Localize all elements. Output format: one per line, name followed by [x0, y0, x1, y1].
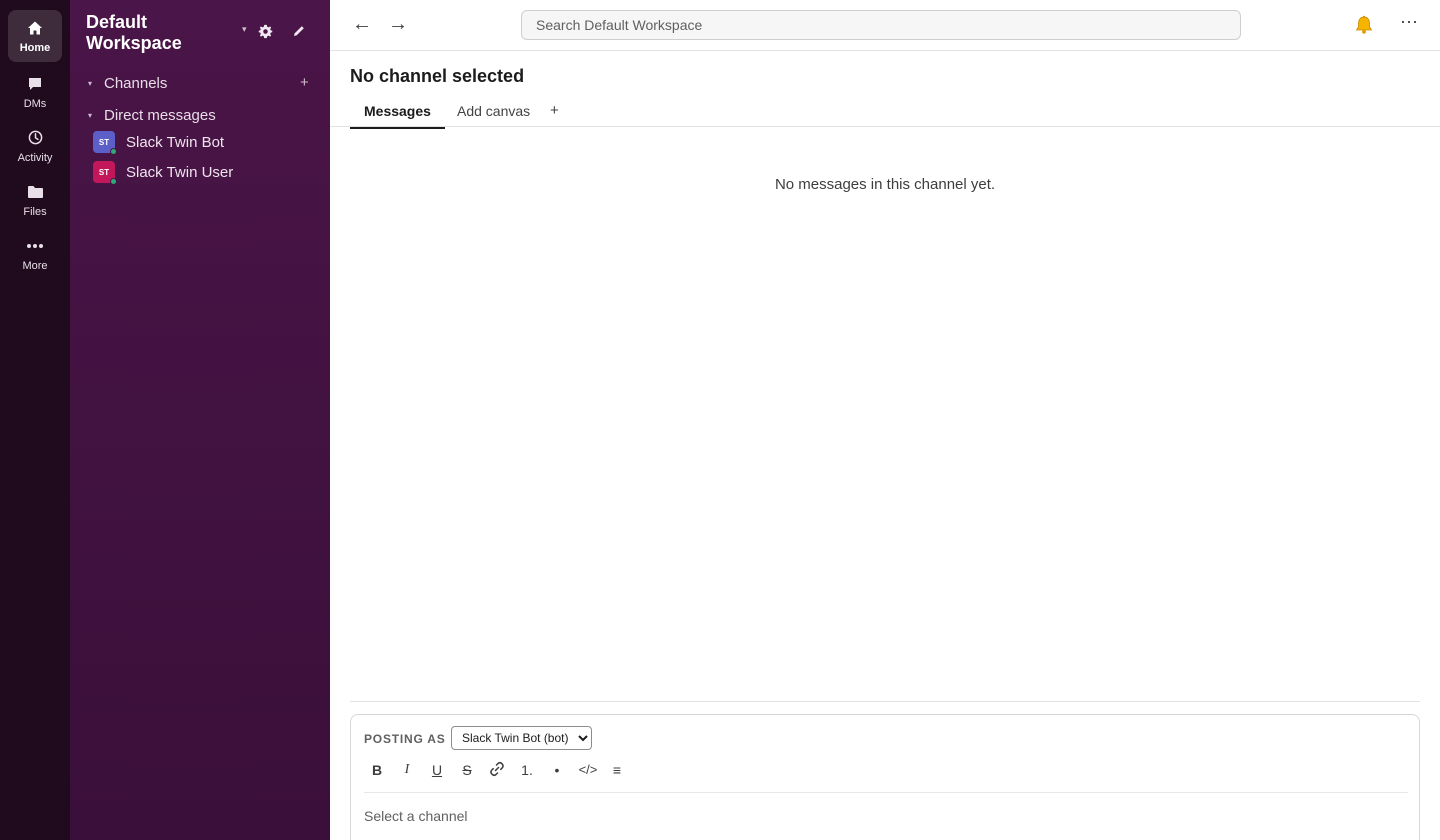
rail-more-button[interactable]: More	[8, 228, 62, 280]
chat-icon	[26, 75, 44, 93]
presence-indicator	[110, 178, 117, 185]
dm-item-slack-twin-user[interactable]: ST Slack Twin User	[93, 159, 233, 185]
page-title: No channel selected	[350, 66, 525, 86]
channels-section-label: Channels	[104, 75, 168, 92]
channels-section-header[interactable]: ▾ Channels	[88, 75, 167, 92]
avatar-initials: ST	[98, 137, 110, 147]
top-bar: ← → ⋯	[330, 0, 1440, 51]
dms-section-label: Direct messages	[104, 107, 216, 124]
channel-sidebar: Default Workspace ▾ ▾ Channels + ▾ Direc…	[70, 0, 330, 840]
more-options-icon[interactable]: ⋯	[1400, 12, 1419, 33]
italic-button[interactable]: I	[396, 760, 418, 780]
link-icon[interactable]	[486, 760, 508, 783]
chevron-down-icon: ▾	[88, 79, 93, 88]
rail-files-button[interactable]: Files	[8, 174, 62, 226]
posting-as-select[interactable]: Slack Twin Bot (bot)	[451, 726, 592, 750]
notifications-bell-icon[interactable]	[1354, 15, 1376, 37]
forward-arrow-icon[interactable]: →	[388, 12, 408, 36]
clock-icon	[26, 129, 44, 147]
chevron-down-icon: ▾	[88, 111, 93, 120]
empty-state-message: No messages in this channel yet.	[774, 176, 996, 193]
rail-home-label: Home	[19, 41, 51, 54]
home-icon	[26, 19, 44, 37]
rail-dms-button[interactable]: DMs	[8, 66, 62, 118]
underline-button[interactable]: U	[426, 760, 448, 780]
dm-name: Slack Twin User	[126, 163, 234, 181]
ordered-list-button[interactable]: 1.	[516, 760, 538, 780]
tab-messages[interactable]: Messages	[350, 103, 445, 129]
rail-dms-label: DMs	[23, 97, 47, 110]
search-input[interactable]	[521, 10, 1241, 40]
rail-activity-label: Activity	[17, 151, 53, 164]
settings-gear-icon[interactable]	[258, 24, 276, 42]
bold-button[interactable]: B	[366, 760, 388, 780]
workspace-rail: Home DMs Activity Files More	[0, 0, 70, 840]
rail-files-label: Files	[23, 205, 47, 218]
composer-divider	[350, 701, 1420, 702]
bulleted-list-button[interactable]: •	[546, 760, 568, 780]
add-tab-button[interactable]: +	[550, 102, 559, 119]
blockquote-button[interactable]: ≡	[606, 760, 628, 780]
rail-activity-button[interactable]: Activity	[8, 120, 62, 172]
code-button[interactable]: </>	[574, 760, 602, 780]
message-composer: POSTING AS Slack Twin Bot (bot) B I U S …	[350, 714, 1420, 840]
rail-home-button[interactable]: Home	[8, 10, 62, 62]
workspace-name[interactable]: Default Workspace	[86, 12, 236, 54]
presence-indicator	[110, 148, 117, 155]
folder-icon	[26, 183, 44, 201]
back-arrow-icon[interactable]: ←	[352, 12, 372, 36]
dms-section-header[interactable]: ▾ Direct messages	[88, 107, 216, 124]
dm-name: Slack Twin Bot	[126, 133, 225, 151]
more-dots-icon	[26, 237, 44, 255]
add-channel-button[interactable]: +	[300, 74, 309, 91]
strikethrough-button[interactable]: S	[456, 760, 478, 780]
posting-as-label: POSTING AS	[364, 732, 446, 746]
avatar: ST	[93, 131, 117, 155]
avatar-initials: ST	[98, 167, 110, 177]
avatar: ST	[93, 161, 117, 185]
tab-add-canvas[interactable]: Add canvas	[457, 103, 530, 127]
dm-item-slack-twin-bot[interactable]: ST Slack Twin Bot	[93, 129, 224, 155]
rail-more-label: More	[22, 259, 48, 272]
compose-pencil-icon[interactable]	[292, 24, 310, 42]
channel-tabs: Messages Add canvas +	[330, 98, 1440, 129]
message-input[interactable]	[364, 792, 1408, 838]
workspace-menu-caret[interactable]: ▾	[242, 24, 247, 35]
